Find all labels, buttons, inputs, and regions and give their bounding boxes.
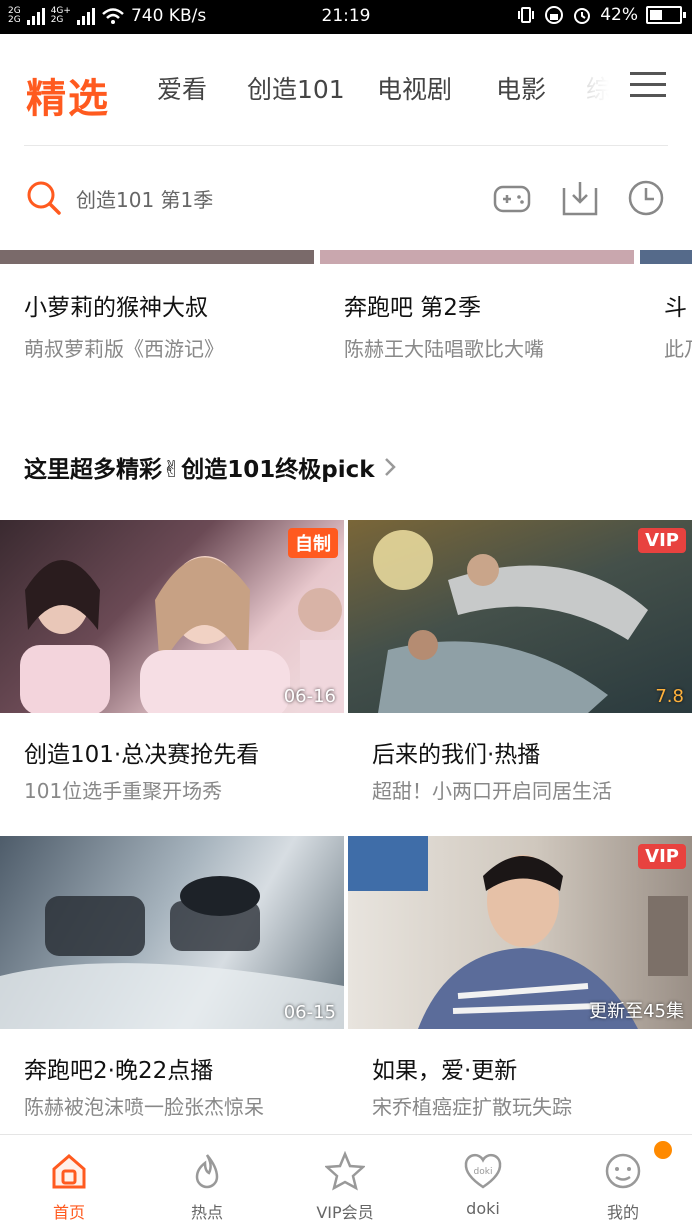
nav-label: doki (466, 1199, 500, 1218)
nav-home[interactable]: 首页 (0, 1135, 138, 1230)
video-title[interactable]: 斗 (664, 288, 687, 322)
nav-label: VIP会员 (316, 1203, 374, 1222)
nav-vip[interactable]: VIP会员 (276, 1135, 414, 1230)
vibrate-icon (518, 7, 535, 23)
video-rating: 7.8 (655, 686, 684, 707)
top-navigation: 精选 爱看 创造101 电视剧 电影 综 (0, 34, 692, 146)
search-placeholder: 创造101 第1季 (76, 187, 214, 212)
video-title[interactable]: 创造101·总决赛抢先看 (24, 735, 259, 769)
episode-status: 更新至45集 (589, 1001, 684, 1022)
svg-text:doki: doki (474, 1167, 493, 1177)
doki-heart-icon: doki (464, 1153, 502, 1189)
nav-trending[interactable]: 热点 (138, 1135, 276, 1230)
nav-profile[interactable]: 我的 (554, 1135, 692, 1230)
thumbnail-partial[interactable] (0, 250, 314, 264)
video-thumbnail[interactable]: 06-15 (0, 836, 344, 1029)
flame-icon (195, 1154, 219, 1189)
video-date: 06-15 (283, 1002, 336, 1023)
video-thumbnail[interactable]: VIP 更新至45集 (348, 836, 692, 1029)
battery-level (650, 10, 662, 20)
download-icon[interactable] (560, 178, 600, 218)
alarm-icon (574, 8, 591, 24)
nav-label: 我的 (606, 1203, 639, 1222)
nav-label: 首页 (52, 1203, 85, 1222)
video-subtitle: 陈赫王大陆唱歌比大嘴 (344, 337, 544, 361)
video-thumbnail[interactable]: VIP 7.8 (348, 520, 692, 713)
badge-vip: VIP (638, 528, 686, 553)
tab-aikan[interactable]: 爱看 (157, 70, 207, 106)
video-date: 06-16 (283, 686, 336, 707)
video-title[interactable]: 奔跑吧2·晚22点播 (24, 1051, 213, 1085)
profile-icon (605, 1153, 641, 1189)
badge-original: 自制 (288, 528, 338, 558)
vip-star-icon (325, 1151, 365, 1191)
home-icon (52, 1154, 86, 1189)
badge-vip: VIP (638, 844, 686, 869)
battery-percent: 42% (600, 5, 638, 25)
section-header[interactable]: 这里超多精彩✌创造101终极pick (24, 450, 397, 484)
video-subtitle: 此乃 (664, 337, 692, 361)
bottom-navigation: 首页 热点 VIP会员 doki doki 我的 (0, 1134, 692, 1230)
nav-doki[interactable]: doki doki (414, 1135, 552, 1230)
search-row: 创造101 第1季 (0, 160, 692, 244)
battery-icon (646, 6, 686, 24)
video-title[interactable]: 后来的我们·热播 (372, 735, 540, 769)
video-title[interactable]: 小萝莉的猴神大叔 (24, 288, 208, 322)
video-thumbnail[interactable]: 自制 06-16 (0, 520, 344, 713)
chevron-right-icon (384, 458, 396, 476)
search-icon (27, 181, 61, 215)
status-right: 42% (516, 5, 686, 25)
video-title[interactable]: 如果，爱·更新 (372, 1051, 517, 1085)
game-controller-icon[interactable] (492, 178, 532, 218)
tab-tv-series[interactable]: 电视剧 (377, 70, 452, 106)
video-subtitle: 宋乔植癌症扩散玩失踪 (372, 1095, 572, 1119)
thumbnail-partial[interactable] (320, 250, 634, 264)
status-bar: 2G 2G 4G+ 2G 740 KB/s 21:19 42% (0, 0, 692, 34)
video-subtitle: 101位选手重聚开场秀 (24, 779, 223, 803)
nav-label: 热点 (190, 1203, 223, 1222)
menu-icon[interactable] (630, 72, 666, 97)
video-title[interactable]: 奔跑吧 第2季 (344, 288, 481, 322)
thumbnail-art (0, 876, 344, 1029)
video-subtitle: 陈赫被泡沫喷一脸张杰惊呆 (24, 1095, 264, 1119)
search-input[interactable]: 创造101 第1季 (26, 174, 446, 222)
video-subtitle: 超甜！小两口开启同居生活 (372, 779, 612, 803)
lock-rotation-icon (545, 6, 564, 24)
tab-produce101[interactable]: 创造101 (247, 70, 345, 106)
tab-movies[interactable]: 电影 (496, 70, 546, 106)
thumbnail-partial[interactable] (640, 250, 692, 264)
header-divider (24, 145, 668, 146)
tab-featured[interactable]: 精选 (26, 66, 110, 124)
notification-dot (654, 1141, 672, 1159)
video-subtitle: 萌叔萝莉版《西游记》 (24, 337, 224, 361)
tab-fade (560, 54, 630, 114)
history-clock-icon[interactable] (626, 178, 666, 218)
section-title: 这里超多精彩✌创造101终极pick (24, 457, 375, 483)
